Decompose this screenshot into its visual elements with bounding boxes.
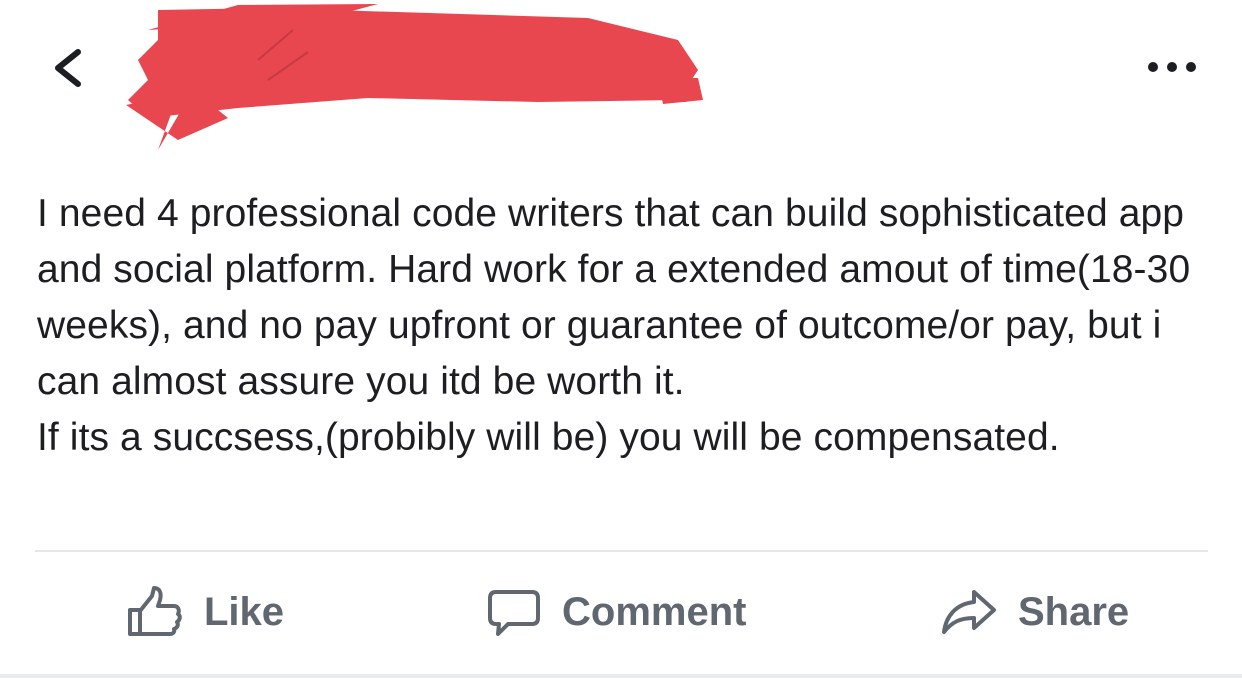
share-label: Share — [1018, 589, 1130, 634]
comment-label: Comment — [562, 589, 747, 634]
chevron-left-icon — [44, 40, 100, 96]
bottom-divider — [0, 674, 1242, 678]
divider — [35, 550, 1208, 552]
share-button[interactable]: Share — [940, 582, 1129, 642]
speech-bubble-icon — [486, 584, 542, 640]
like-label: Like — [204, 589, 285, 634]
post-paragraph: I need 4 professional code writers that … — [37, 192, 1191, 403]
like-button[interactable]: Like — [126, 582, 284, 642]
comment-button[interactable]: Comment — [486, 582, 746, 642]
post-text: I need 4 professional code writers that … — [37, 186, 1217, 466]
post-actions-bar: Like Comment Share — [0, 560, 1242, 670]
post-header — [0, 0, 1242, 170]
post-paragraph: If its a succsess,(probibly will be) you… — [37, 416, 1060, 459]
redacted-author-name — [118, 0, 718, 160]
more-options-button[interactable] — [1140, 52, 1204, 82]
thumbs-up-icon — [126, 584, 184, 640]
back-button[interactable] — [44, 40, 100, 96]
more-horizontal-icon — [1140, 52, 1204, 82]
share-arrow-icon — [940, 584, 998, 640]
